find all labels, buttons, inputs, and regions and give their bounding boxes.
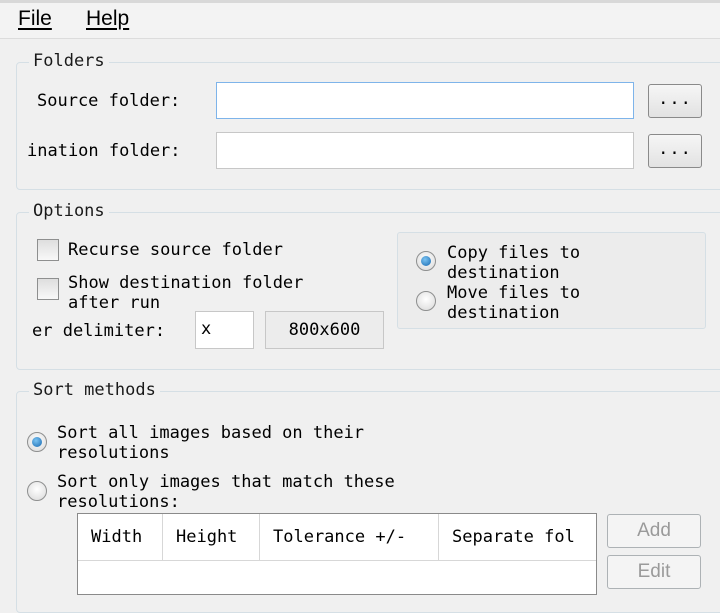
column-header-height[interactable]: Height	[163, 514, 260, 561]
folders-group-title: Folders	[29, 51, 109, 71]
show-destination-label: Show destination folder after run	[68, 273, 303, 313]
copy-files-label-line1: Copy files to	[447, 243, 581, 263]
source-folder-label: Source folder:	[37, 91, 181, 111]
destination-browse-button[interactable]: ...	[648, 134, 702, 168]
resolutions-table[interactable]: Width Height Tolerance +/- Separate fol	[77, 513, 597, 595]
delimiter-preview: 800x600	[265, 311, 384, 349]
show-destination-label-line2: after run	[68, 293, 161, 313]
menu-file[interactable]: File	[18, 7, 52, 31]
move-files-label: Move files to destination	[447, 283, 580, 323]
sort-methods-group-title: Sort methods	[29, 380, 160, 400]
sort-match-label-line1: Sort only images that match these	[57, 472, 395, 492]
show-destination-checkbox[interactable]	[37, 278, 59, 300]
destination-folder-input[interactable]	[216, 132, 634, 169]
move-files-label-line2: destination	[447, 303, 560, 323]
options-group-title: Options	[29, 201, 109, 221]
sort-match-label: Sort only images that match these resolu…	[57, 472, 395, 512]
add-button[interactable]: Add	[607, 514, 701, 548]
sort-all-label-line2: resolutions	[57, 443, 170, 463]
menu-bar: File Help	[0, 0, 720, 39]
delimiter-input[interactable]: x	[195, 311, 254, 349]
column-header-width[interactable]: Width	[78, 514, 163, 561]
sort-match-radio[interactable]	[27, 481, 47, 501]
source-browse-button[interactable]: ...	[648, 84, 702, 118]
copy-files-label-line2: destination	[447, 263, 560, 283]
column-header-tolerance[interactable]: Tolerance +/-	[260, 514, 439, 561]
sort-all-radio[interactable]	[27, 432, 47, 452]
copy-files-label: Copy files to destination	[447, 243, 580, 283]
show-destination-label-line1: Show destination folder	[68, 273, 304, 293]
radio-selected-dot	[421, 256, 431, 266]
sort-match-label-line2: resolutions:	[57, 492, 180, 512]
move-files-label-line1: Move files to	[447, 283, 581, 303]
move-files-radio[interactable]	[416, 291, 436, 311]
edit-button[interactable]: Edit	[607, 555, 701, 589]
copy-files-radio[interactable]	[416, 251, 436, 271]
recurse-checkbox[interactable]	[37, 239, 59, 261]
delimiter-label: er delimiter:	[32, 321, 166, 341]
radio-selected-dot	[32, 437, 42, 447]
destination-folder-label: ination folder:	[27, 141, 181, 161]
menu-help[interactable]: Help	[86, 7, 129, 31]
recurse-label: Recurse source folder	[68, 240, 283, 260]
sort-all-label: Sort all images based on their resolutio…	[57, 423, 364, 463]
sort-all-label-line1: Sort all images based on their	[57, 423, 365, 443]
column-header-separate-folder[interactable]: Separate fol	[439, 514, 596, 561]
source-folder-input[interactable]	[216, 82, 634, 119]
